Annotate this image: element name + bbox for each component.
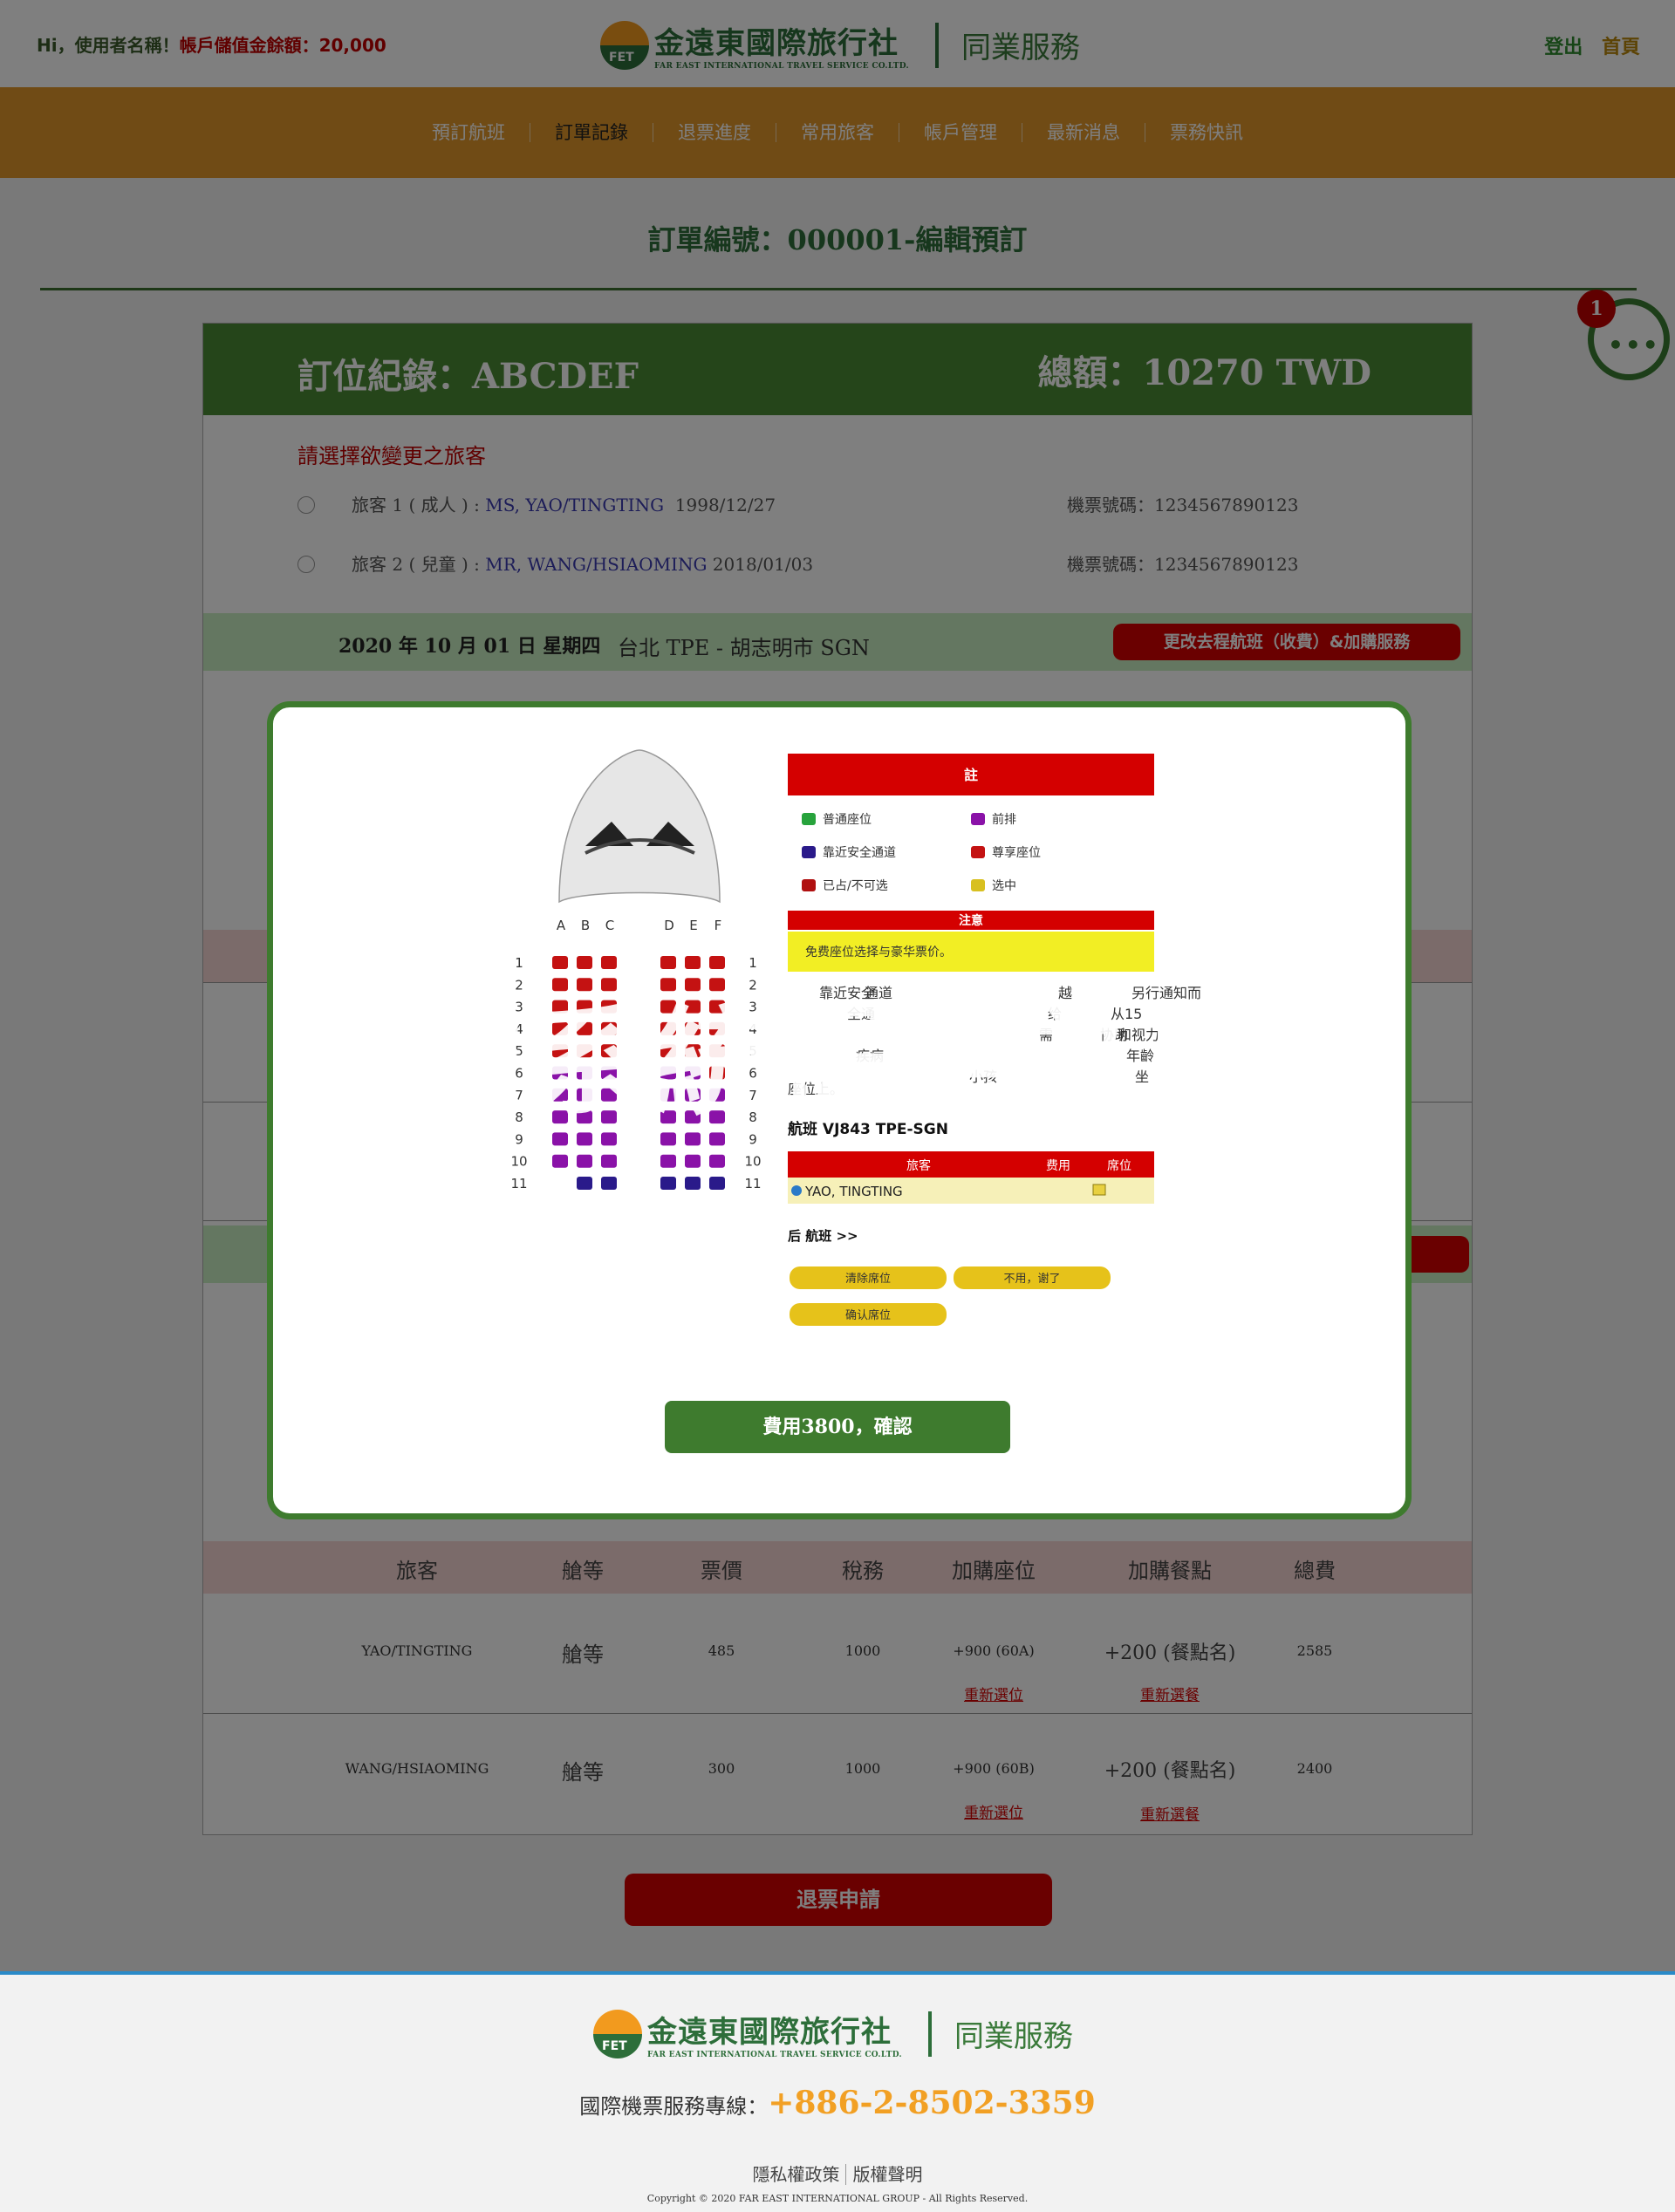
notice-text: 免费座位选择与豪华票价。: [805, 946, 952, 959]
notice-title: 注意: [959, 913, 983, 928]
no-thanks-label: 不用，谢了: [1003, 1272, 1060, 1286]
hotline-label: 國際機票服務專線：: [579, 2094, 769, 2119]
legend-label: 普通座位: [823, 813, 872, 827]
seat-icon[interactable]: [709, 1177, 725, 1190]
seat-column-label: C: [605, 918, 614, 933]
seat-icon[interactable]: [552, 1154, 568, 1168]
selected-seat-icon: [1092, 1184, 1106, 1196]
watermark-text: 依系統提供為主: [404, 994, 1271, 1132]
seat-icon[interactable]: [685, 1177, 701, 1190]
logo-english-name: FAR EAST INTERNATIONAL TRAVEL SERVICE CO…: [647, 2051, 902, 2059]
seat-icon[interactable]: [660, 1177, 676, 1190]
seat-table-header-fee: 费用: [1046, 1159, 1070, 1173]
selected-passenger-icon: [791, 1185, 802, 1196]
footer-links: 隱私權政策 版權聲明: [0, 2161, 1675, 2186]
seat-row-label: 11: [510, 1176, 527, 1191]
seat-column-label: A: [557, 918, 566, 933]
legend-title: 註: [964, 767, 978, 783]
seat-icon[interactable]: [601, 1177, 617, 1190]
privacy-policy-link[interactable]: 隱私權政策: [753, 2164, 840, 2185]
seat-column-label: D: [664, 918, 674, 933]
legend-label: 靠近安全通道: [823, 845, 896, 860]
seat-table-header-passenger: 旅客: [906, 1158, 931, 1173]
hotline-number[interactable]: +886-2-8502-3359: [768, 2085, 1096, 2121]
seat-table-passenger: YAO, TINGTING: [804, 1184, 903, 1199]
legend-label: 已占/不可选: [823, 879, 888, 893]
seat-row-label: 10: [510, 1154, 527, 1170]
seat-row-label: 11: [744, 1176, 761, 1191]
copyright-statement-link[interactable]: 版權聲明: [844, 2164, 923, 2185]
legend-seat-icon: [971, 846, 985, 858]
logo-emblem-icon: FET: [593, 2009, 642, 2058]
seat-table-header-seat: 席位: [1107, 1159, 1131, 1173]
seat-column-label: E: [689, 918, 697, 933]
seat-icon[interactable]: [685, 1154, 701, 1168]
clear-seat-label: 清除席位: [845, 1272, 891, 1286]
copyright-text: Copyright © 2020 FAR EAST INTERNATIONAL …: [646, 2193, 1029, 2204]
logo-chinese-name: 金遠東國際旅行社: [647, 2015, 892, 2050]
next-flight-link[interactable]: 后 航班 >>: [788, 1228, 858, 1244]
logo-divider: [927, 2011, 932, 2057]
seat-icon[interactable]: [577, 1177, 592, 1190]
confirm-seat-label: 确认席位: [845, 1308, 891, 1322]
seat-icon[interactable]: [660, 1154, 676, 1168]
seat-icon[interactable]: [577, 1154, 592, 1168]
legend-label: 选中: [992, 879, 1016, 893]
seat-icon[interactable]: [601, 1154, 617, 1168]
confirm-fee-button[interactable]: 費用3800，確認: [665, 1401, 1010, 1453]
seat-icon[interactable]: [709, 1154, 725, 1168]
legend-label: 前排: [992, 812, 1016, 827]
hotline: 國際機票服務專線：+886-2-8502-3359: [0, 2085, 1675, 2121]
seat-column-label: B: [581, 918, 590, 933]
legend-seat-icon: [802, 879, 816, 891]
legend-seat-icon: [802, 846, 816, 858]
legend-seat-icon: [971, 813, 985, 825]
seat-row-label: 10: [744, 1154, 761, 1170]
seat-column-label: F: [714, 918, 722, 933]
logo-service-name: 同業服務: [954, 2019, 1073, 2054]
legend-label: 尊享座位: [992, 845, 1041, 860]
legend-seat-icon: [802, 813, 816, 825]
footer-logo[interactable]: FET 金遠東國際旅行社 FAR EAST INTERNATIONAL TRAV…: [593, 2008, 1073, 2059]
legend-seat-icon: [971, 879, 985, 891]
